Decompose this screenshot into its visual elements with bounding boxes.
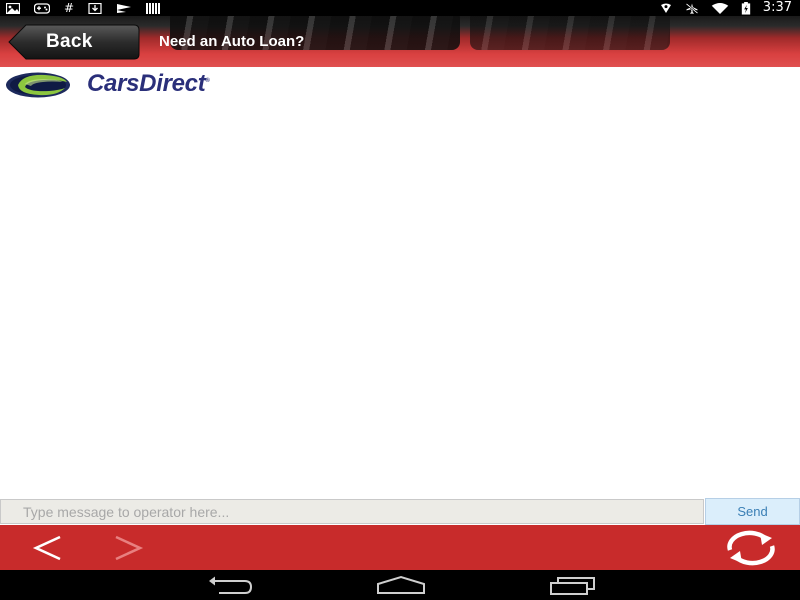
hash-icon: # — [64, 1, 75, 15]
flag-icon — [117, 3, 132, 13]
status-left-icons: # — [6, 0, 161, 16]
carsdirect-logo-text: CarsDirect® — [87, 70, 210, 97]
chat-message-bar: Send — [0, 498, 800, 525]
send-button[interactable]: Send — [705, 498, 800, 525]
nav-back-icon[interactable] — [205, 575, 253, 597]
back-button[interactable]: Back — [8, 24, 140, 60]
location-icon — [660, 3, 671, 13]
nav-home-icon[interactable] — [376, 575, 426, 597]
web-content: CarsDirect® — [0, 67, 800, 498]
status-clock: 3:37 — [762, 0, 792, 15]
system-nav-bar — [0, 570, 800, 600]
carsdirect-logo-mark — [6, 72, 70, 98]
status-bar: # 3:37 — [0, 0, 800, 16]
browser-toolbar — [0, 525, 800, 570]
message-input[interactable] — [0, 499, 704, 524]
wifi-icon — [711, 2, 729, 14]
app-header: Back Need an Auto Loan? — [0, 16, 800, 67]
nav-recents-icon[interactable] — [548, 575, 598, 597]
photo-icon — [6, 2, 20, 14]
download-icon — [88, 2, 102, 14]
refresh-icon[interactable] — [720, 530, 782, 566]
header-tire-image-right — [470, 16, 670, 50]
status-right-icons: 3:37 — [659, 0, 792, 16]
gamepad-icon — [34, 2, 50, 14]
battery-icon — [741, 1, 750, 15]
back-arrow-icon[interactable] — [30, 533, 64, 563]
forward-arrow-icon[interactable] — [112, 533, 146, 563]
airplane-icon — [685, 2, 699, 14]
page-title: Need an Auto Loan? — [159, 33, 305, 50]
back-button-label: Back — [46, 31, 93, 52]
carsdirect-logo[interactable]: CarsDirect® — [5, 70, 325, 100]
barcode-icon — [146, 2, 161, 14]
